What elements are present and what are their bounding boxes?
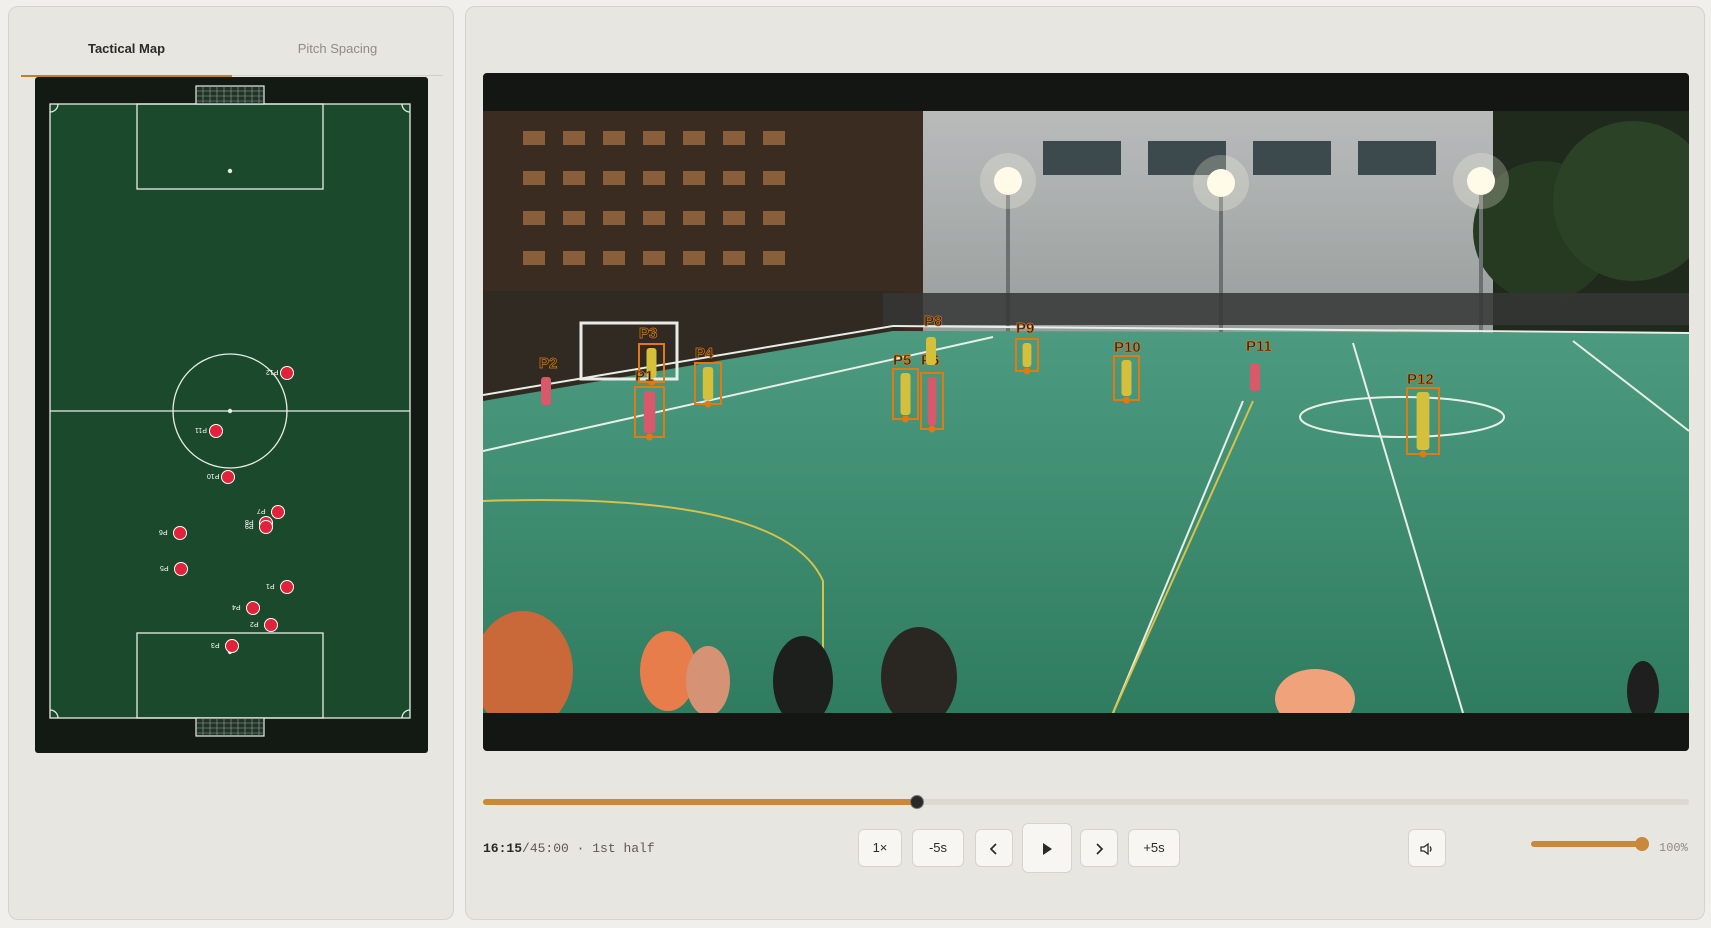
timeline-handle[interactable]	[910, 795, 925, 809]
player-marker-label: P9	[245, 522, 254, 529]
player-marker-label: P2	[250, 620, 259, 627]
forward-5s-button[interactable]: +5s	[1128, 829, 1180, 867]
mute-button[interactable]	[1408, 829, 1446, 867]
video-frame: P2P3P1P4P5P6P8P9P10P11P12	[483, 111, 1689, 713]
player-marker-p10[interactable]	[221, 470, 235, 484]
next-frame-button[interactable]	[1080, 829, 1118, 867]
detection-label: P4	[695, 345, 714, 362]
player-marker-p6[interactable]	[173, 526, 187, 540]
play-button[interactable]	[1022, 823, 1072, 873]
foot-point	[1419, 450, 1427, 458]
player-marker-label: P4	[232, 603, 241, 610]
video-panel: P2P3P1P4P5P6P8P9P10P11P12 16:15/45:00 · …	[465, 6, 1705, 920]
player-marker-label: P12	[266, 368, 279, 375]
player-figure	[541, 377, 551, 405]
top-goal	[195, 85, 265, 105]
player-figure	[643, 391, 656, 433]
player-marker-p12[interactable]	[280, 366, 294, 380]
detection-label: P5	[893, 352, 911, 369]
tab-pitch-spacing[interactable]: Pitch Spacing	[232, 31, 443, 75]
penalty-spot-top	[227, 168, 233, 174]
tab-tactical-map[interactable]: Tactical Map	[21, 31, 232, 77]
center-spot	[227, 408, 233, 414]
timeline-progress	[483, 799, 918, 805]
player-marker-label: P11	[195, 426, 207, 433]
player-marker-p1[interactable]	[280, 580, 294, 594]
player-marker-label: P5	[160, 564, 169, 571]
pitch-diagram: P12P11P10P7P8P9P6P5P1P4P2P3	[49, 85, 411, 737]
chevron-left-icon	[989, 842, 997, 855]
player-figure	[1250, 363, 1260, 391]
tab-bar: Tactical Map Pitch Spacing	[21, 31, 443, 77]
player-figure	[927, 377, 937, 425]
foot-point	[1123, 396, 1130, 404]
time-separator: /	[522, 841, 530, 856]
player-figure	[1121, 360, 1132, 396]
previous-frame-button[interactable]	[975, 829, 1013, 867]
video-player[interactable]: P2P3P1P4P5P6P8P9P10P11P12	[483, 73, 1689, 751]
player-figure	[702, 367, 714, 400]
player-figure	[900, 373, 911, 415]
player-marker-label: P1	[266, 582, 275, 589]
player-marker-p7[interactable]	[271, 505, 285, 519]
speed-button[interactable]: 1×	[858, 829, 902, 867]
left-panel: Tactical Map Pitch Spacing P12 P11 P10 P…	[8, 6, 454, 920]
detection-label: P10	[1114, 339, 1141, 356]
foot-point	[646, 433, 653, 441]
current-time: 16:15	[483, 841, 523, 856]
volume-slider[interactable]	[1531, 841, 1643, 847]
player-marker-label: P10	[207, 472, 220, 479]
volume-icon	[1420, 842, 1432, 855]
bottom-goal	[195, 717, 265, 737]
detection-label: P9	[1016, 320, 1034, 337]
timecode: 16:15/45:00 · 1st half	[483, 841, 655, 856]
chevron-right-icon	[1096, 842, 1104, 855]
player-marker-label: P6	[159, 528, 168, 535]
player-marker-p2[interactable]	[264, 618, 278, 632]
player-marker-p11[interactable]	[209, 424, 223, 438]
duration-text: 45:00 · 1st half	[529, 841, 655, 856]
foot-point	[704, 400, 712, 408]
player-marker-p9[interactable]	[259, 520, 273, 534]
player-marker-label: P7	[257, 507, 266, 514]
foot-point	[902, 415, 909, 423]
player-figure	[1022, 343, 1032, 367]
play-icon	[1043, 842, 1052, 855]
detection-label: P12	[1407, 371, 1434, 388]
detection-label: P8	[924, 313, 942, 330]
foot-point	[1023, 367, 1031, 375]
detection-label: P11	[1246, 338, 1272, 355]
rewind-5s-button[interactable]: -5s	[912, 829, 964, 867]
detection-label: P1	[635, 368, 653, 385]
detection-label: P3	[639, 325, 657, 342]
player-marker-p5[interactable]	[174, 562, 188, 576]
foot-point	[928, 425, 936, 433]
detection-label: P2	[539, 355, 557, 372]
volume-handle[interactable]	[1635, 837, 1649, 851]
player-marker-label: P3	[211, 641, 220, 648]
player-figure	[1416, 392, 1430, 450]
player-marker-p4[interactable]	[246, 601, 260, 615]
timeline-scrubber[interactable]	[483, 795, 1689, 809]
player-marker-p3[interactable]	[225, 639, 239, 653]
tactical-map: P12 P11 P10 P7 P8 P9 P6 P5 P1 P4 P2 P3	[35, 77, 428, 753]
player-figure	[926, 337, 936, 365]
volume-percent: 100%	[1659, 841, 1688, 855]
